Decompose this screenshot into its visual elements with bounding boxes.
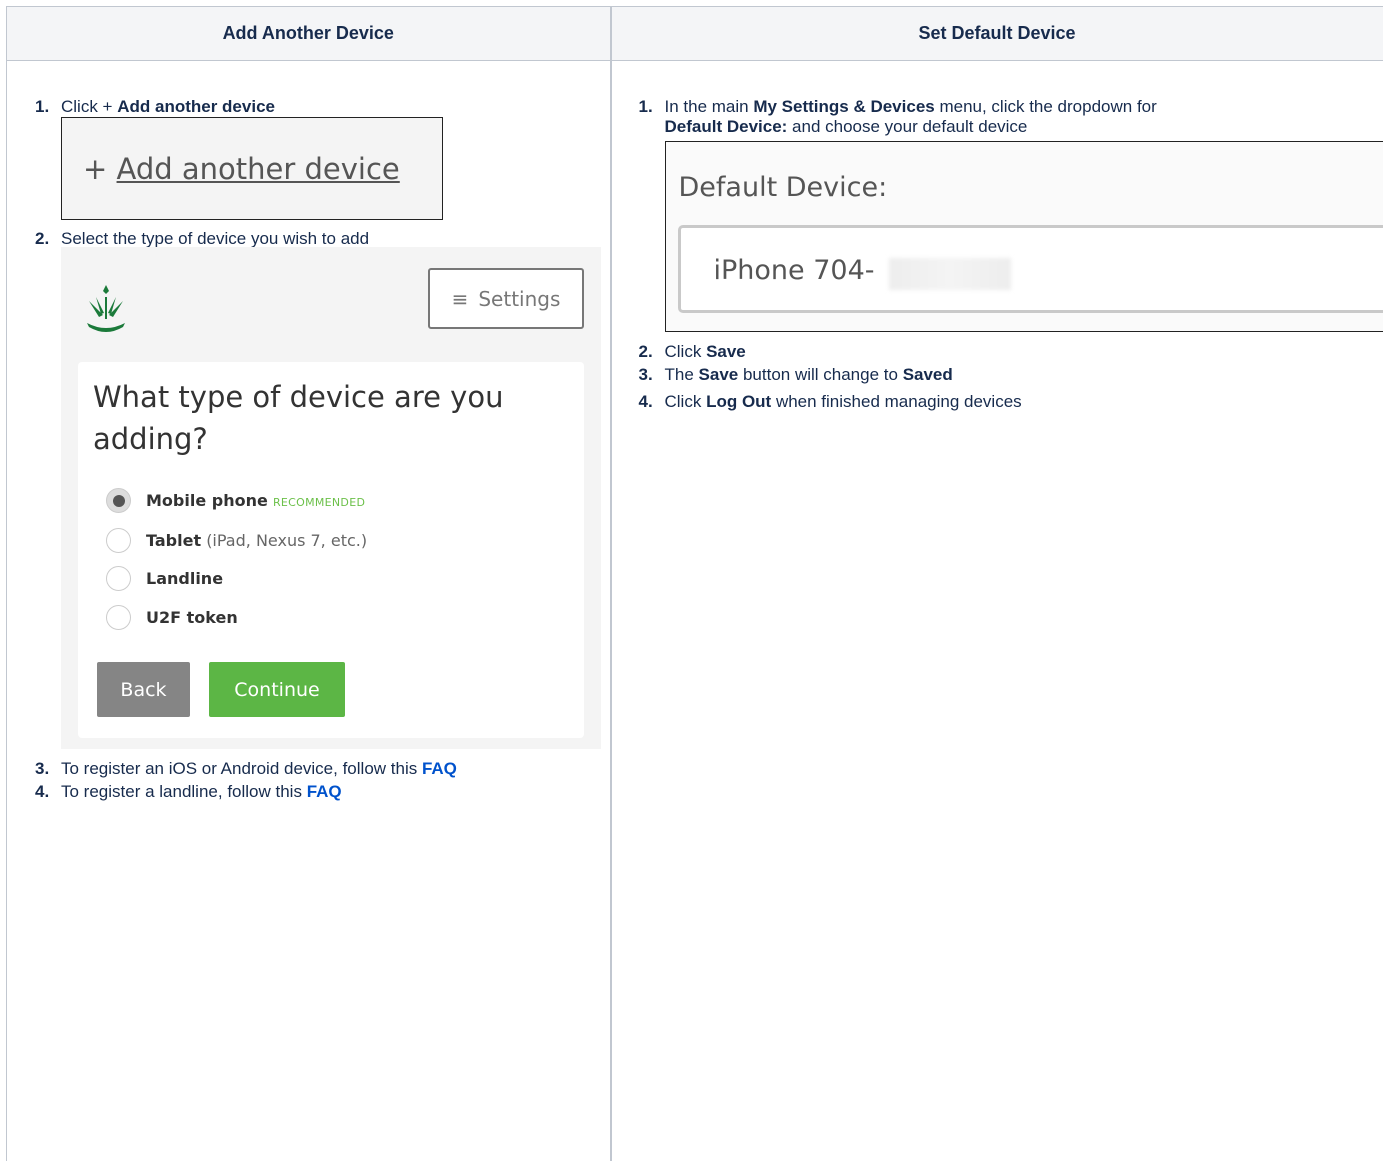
settings-button[interactable]: ≡ Settings: [428, 268, 584, 329]
radio-icon[interactable]: [106, 566, 131, 591]
right-column: 1. In the main My Settings & Devices menu…: [610, 60, 1383, 1161]
hamburger-icon: ≡: [451, 286, 469, 311]
left-column: 1. Click + Add another device + Add anoth…: [6, 60, 612, 1161]
option-landline[interactable]: Landline: [106, 566, 223, 591]
header-add-another-device: Add Another Device: [6, 6, 612, 61]
right-step-4: 4. Click Log Out when finished managing d…: [638, 392, 1022, 411]
device-type-panel: What type of device are you adding? Mobi…: [78, 362, 584, 738]
default-device-screenshot: Default Device: iPhone 704-: [664, 141, 1383, 332]
header-set-default-device: Set Default Device: [610, 6, 1383, 61]
left-step-3: 3. To register an iOS or Android device, …: [35, 759, 457, 778]
default-device-label: Default Device:: [678, 172, 888, 203]
option-u2f-token[interactable]: U2F token: [106, 605, 238, 630]
right-step-2: 2. Click Save: [638, 342, 746, 361]
device-type-title: What type of device are you adding?: [93, 380, 504, 456]
continue-button[interactable]: Continue: [209, 662, 345, 717]
radio-icon[interactable]: [106, 605, 131, 630]
add-another-device-screenshot: + Add another device: [61, 117, 443, 220]
left-step-4: 4. To register a landline, follow this FA…: [35, 782, 342, 801]
right-step-1: 1. In the main My Settings & Devices menu…: [638, 97, 1157, 116]
right-step-3: 3. The Save button will change to Saved: [638, 365, 953, 384]
right-step-1-cont: Default Device: and choose your default …: [664, 117, 1028, 136]
radio-icon[interactable]: [106, 528, 131, 553]
default-device-value: iPhone 704-: [713, 255, 875, 286]
device-type-screenshot: ≡ Settings What type of device are you a…: [61, 247, 601, 749]
default-device-dropdown[interactable]: iPhone 704-: [677, 225, 1383, 313]
faq-link-landline[interactable]: FAQ: [307, 782, 342, 801]
faq-link-ios-android[interactable]: FAQ: [422, 759, 457, 778]
left-step-2: 2. Select the type of device you wish to …: [35, 229, 370, 248]
duo-logo-icon: [87, 285, 125, 332]
redacted-number: [888, 258, 1011, 290]
left-step-1: 1. Click + Add another device: [35, 97, 275, 116]
option-tablet[interactable]: Tablet (iPad, Nexus 7, etc.): [106, 528, 367, 553]
radio-selected-icon[interactable]: [106, 488, 131, 513]
back-button[interactable]: Back: [97, 662, 190, 717]
instructions-table: Add Another Device Set Default Device 1.…: [6, 6, 1383, 1161]
option-mobile-phone[interactable]: Mobile phone RECOMMENDED: [106, 488, 365, 513]
add-another-device-link: + Add another device: [83, 152, 400, 186]
